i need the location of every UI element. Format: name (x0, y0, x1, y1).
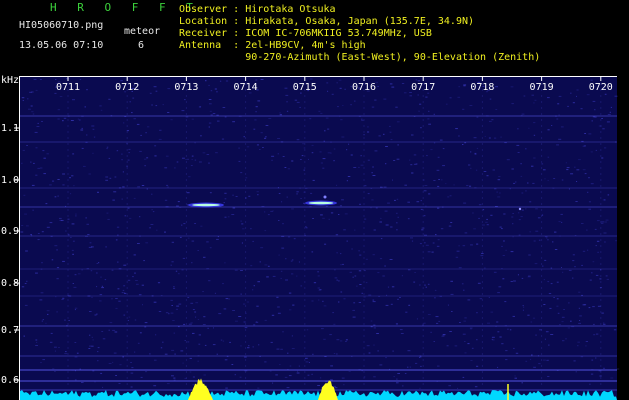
x-tick-label: 0715 (293, 82, 317, 93)
x-tick-label: 0720 (589, 82, 613, 93)
meteor-echo-trace (518, 207, 522, 211)
meteor-echo-core (192, 203, 220, 207)
x-tick-label: 0717 (411, 82, 435, 93)
x-tick-label: 0712 (115, 82, 139, 93)
meteor-echo-core (308, 201, 334, 205)
x-tick-label: 0716 (352, 82, 376, 93)
x-tick-label: 0713 (174, 82, 198, 93)
x-tick-label: 0718 (470, 82, 494, 93)
x-tick-label: 0714 (234, 82, 258, 93)
meteor-echo-trace (323, 195, 327, 199)
y-axis-unit: kHz (1, 75, 19, 86)
x-tick-label: 0711 (56, 82, 80, 93)
spectrogram: kHz 1.11.00.90.80.70.60711 0712 0713 0714 07… (1, 75, 620, 400)
spectrogram-background (20, 76, 617, 400)
x-tick-label: 0719 (530, 82, 554, 93)
